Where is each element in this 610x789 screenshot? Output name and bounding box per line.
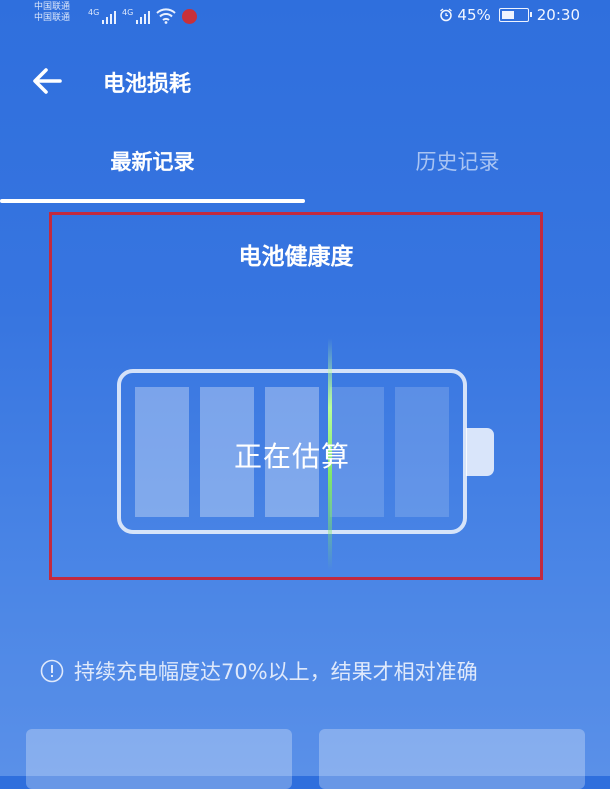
network-type-label: 4G [122, 8, 134, 17]
status-bar: 中国联通 中国联通 4G 4G 45% 20:30 [0, 0, 610, 34]
battery-percent: 45% [457, 6, 491, 24]
estimating-status: 正在估算 [233, 440, 350, 473]
notification-icon [182, 9, 197, 24]
carrier-label-2: 中国联通 [34, 13, 71, 23]
signal-icon: 4G [88, 8, 117, 24]
accuracy-tip: 持续充电幅度达70%以上，结果才相对准确 [40, 656, 600, 686]
battery-icon [498, 8, 532, 22]
page-title: 电池损耗 [103, 72, 192, 97]
tab-history-records[interactable]: 历史记录 [305, 146, 610, 176]
alarm-icon [440, 8, 453, 22]
info-icon [40, 659, 64, 683]
battery-health-title: 电池健康度 [238, 244, 354, 270]
back-arrow-icon[interactable] [30, 66, 64, 96]
carrier-label-1: 中国联通 [34, 2, 71, 12]
carrier-labels: 中国联通 中国联通 [34, 2, 70, 24]
bottom-card-left[interactable] [26, 729, 292, 789]
network-type-label: 4G [88, 8, 100, 17]
tab-latest-records[interactable]: 最新记录 [0, 146, 305, 176]
active-tab-indicator [0, 199, 305, 203]
signal-icon: 4G [122, 8, 151, 24]
battery-terminal [466, 428, 494, 476]
bottom-card-right[interactable] [319, 729, 585, 789]
app-header: 电池损耗 [0, 54, 610, 110]
clock: 20:30 [536, 6, 580, 24]
status-right: 45% 20:30 [439, 6, 580, 24]
tab-bar: 最新记录 历史记录 [0, 140, 610, 204]
wifi-icon [156, 8, 176, 24]
tip-text: 持续充电幅度达70%以上，结果才相对准确 [74, 660, 478, 684]
